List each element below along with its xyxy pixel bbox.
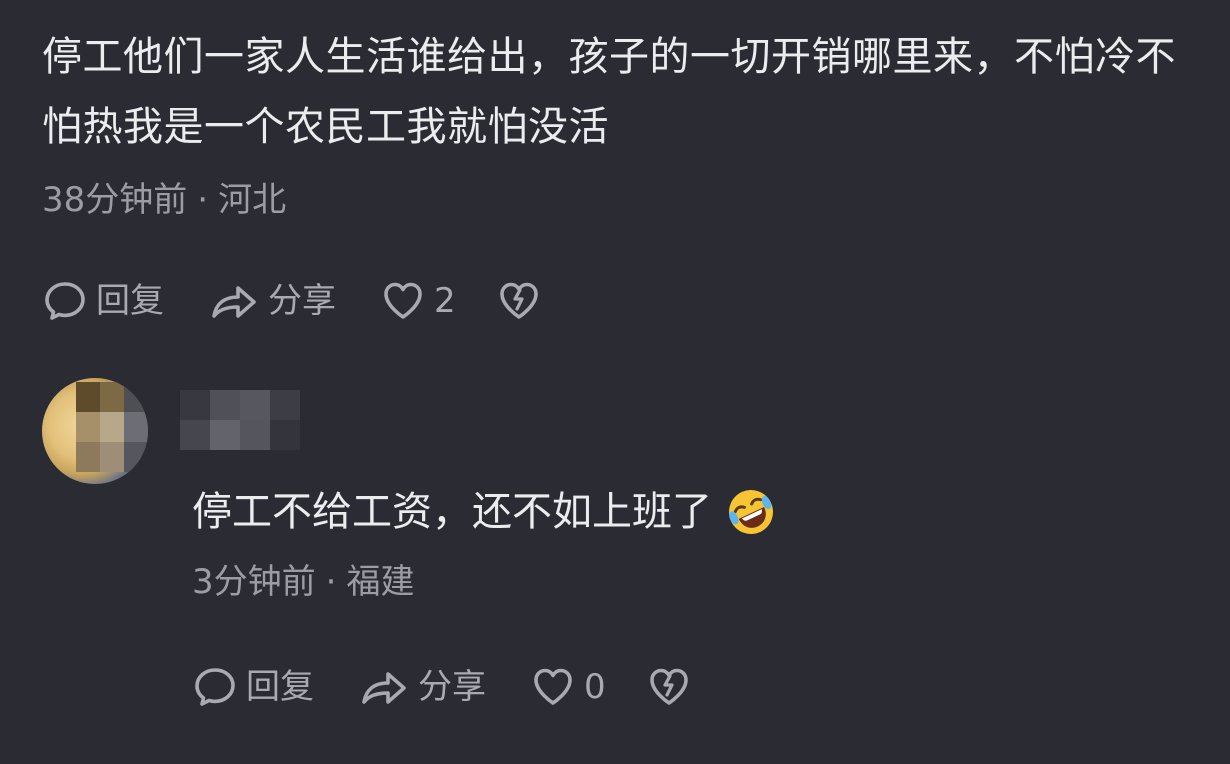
broken-heart-icon — [499, 282, 538, 319]
share-arrow-icon — [212, 286, 256, 318]
reply-location: 福建 — [346, 562, 415, 602]
reply-body: 停工不给工资，还不如上班了 — [192, 482, 776, 542]
like-count: 0 — [584, 667, 606, 707]
reply-time: 3分钟前 — [192, 562, 316, 602]
like-button[interactable]: 2 — [380, 278, 456, 324]
comment-actions: 回复 分享 2 — [42, 276, 586, 326]
comment-bubble-icon — [45, 282, 85, 320]
reply-text: 停工不给工资，还不如上班了 — [192, 489, 712, 535]
heart-icon — [534, 668, 572, 705]
heart-icon — [384, 282, 422, 319]
share-arrow-icon — [362, 672, 406, 704]
share-label: 分享 — [268, 281, 336, 321]
comment-time: 38分钟前 — [42, 180, 188, 220]
reply-button[interactable]: 回复 — [192, 664, 314, 710]
comment-bubble-icon — [195, 668, 235, 706]
reply-meta: 3分钟前 · 福建 — [192, 562, 414, 602]
share-button[interactable]: 分享 — [358, 664, 486, 710]
rolling-laugh-emoji-icon — [729, 490, 773, 534]
dislike-button[interactable] — [496, 278, 542, 324]
like-button[interactable]: 0 — [530, 664, 606, 710]
avatar-mosaic — [76, 382, 148, 472]
dislike-button[interactable] — [646, 664, 692, 710]
username-redacted[interactable] — [180, 390, 300, 450]
comment-body: 停工他们一家人生活谁给出，孩子的一切开销哪里来，不怕冷不怕热我是一个农民工我就怕… — [42, 34, 1176, 150]
avatar[interactable] — [42, 378, 148, 484]
reply-actions: 回复 分享 0 — [192, 662, 736, 712]
comment-location: 河北 — [218, 180, 287, 220]
reply-label: 回复 — [246, 667, 314, 707]
broken-heart-icon — [649, 668, 688, 705]
comment-meta: 38分钟前 · 河北 — [42, 180, 286, 220]
reply-button[interactable]: 回复 — [42, 278, 164, 324]
share-button[interactable]: 分享 — [208, 278, 336, 324]
reply-label: 回复 — [96, 281, 164, 321]
like-count: 2 — [434, 281, 456, 321]
meta-separator: · — [325, 562, 337, 602]
share-label: 分享 — [418, 667, 486, 707]
meta-separator: · — [197, 180, 209, 220]
comment-thread: 停工他们一家人生活谁给出，孩子的一切开销哪里来，不怕冷不怕热我是一个农民工我就怕… — [0, 0, 1230, 764]
